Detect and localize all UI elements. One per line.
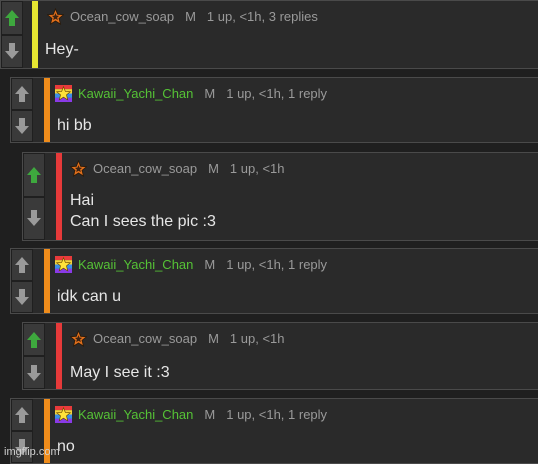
mod-indicator: M <box>208 331 219 346</box>
comment-header: Ocean_cow_soap M 1 up, <1h <box>70 330 285 347</box>
thread-bar <box>44 78 50 142</box>
upvote-button[interactable] <box>11 249 33 281</box>
arrow-up-icon <box>15 407 29 423</box>
downvote-button[interactable] <box>23 356 45 389</box>
comment-text-line: May I see it :3 <box>70 364 170 381</box>
username[interactable]: Ocean_cow_soap <box>93 161 197 176</box>
comment-body: idk can u <box>57 286 121 307</box>
arrow-up-icon <box>5 9 19 26</box>
comment-6: Kawaii_Yachi_Chan M 1 up, <1h, 1 reply n… <box>10 398 538 464</box>
username[interactable]: Kawaii_Yachi_Chan <box>78 407 193 422</box>
pixel-art-badge-icon <box>55 406 72 423</box>
comment-header: Kawaii_Yachi_Chan M 1 up, <1h, 1 reply <box>55 256 327 273</box>
comment-meta: 1 up, <1h <box>229 331 285 346</box>
comment-meta: 1 up, <1h <box>229 161 285 176</box>
comment-text-line: Hey- <box>45 41 79 58</box>
username[interactable]: Kawaii_Yachi_Chan <box>78 86 193 101</box>
comment-5: Ocean_cow_soap M 1 up, <1h May I see it … <box>22 322 538 390</box>
vote-controls <box>11 78 33 142</box>
comment-header: Ocean_cow_soap M 1 up, <1h <box>70 160 285 177</box>
comment-text-line: hi bb <box>57 117 92 134</box>
mod-indicator: M <box>204 257 216 272</box>
mod-indicator: M <box>208 161 219 176</box>
upvote-button[interactable] <box>1 1 23 35</box>
downvote-button[interactable] <box>11 281 33 313</box>
upvote-button[interactable] <box>23 323 45 356</box>
arrow-down-icon <box>27 210 41 227</box>
mod-indicator: M <box>204 407 216 422</box>
comment-1: Ocean_cow_soap M 1 up, <1h, 3 replies He… <box>0 0 538 69</box>
comment-header: Kawaii_Yachi_Chan M 1 up, <1h, 1 reply <box>55 406 327 423</box>
vote-controls <box>11 249 33 313</box>
mod-indicator: M <box>185 9 196 24</box>
comment-text-line: Can I sees the pic :3 <box>70 213 216 230</box>
mod-indicator: M <box>204 86 216 101</box>
arrow-down-icon <box>5 43 19 60</box>
username[interactable]: Kawaii_Yachi_Chan <box>78 257 193 272</box>
arrow-up-icon <box>27 331 41 348</box>
vote-controls <box>23 153 45 240</box>
comment-header: Ocean_cow_soap M 1 up, <1h, 3 replies <box>47 8 318 25</box>
comment-meta: 1 up, <1h, 1 reply <box>226 86 328 101</box>
comment-text-line: idk can u <box>57 288 122 305</box>
vote-controls <box>23 323 45 389</box>
star-badge-icon <box>70 160 87 177</box>
comment-body: hi bb <box>57 115 92 136</box>
thread-bar <box>56 323 62 389</box>
username[interactable]: Ocean_cow_soap <box>93 331 197 346</box>
arrow-up-icon <box>15 86 29 102</box>
thread-bar <box>32 1 38 68</box>
pixel-art-badge-icon <box>55 256 72 273</box>
comment-body: Hey- <box>45 39 79 60</box>
downvote-button[interactable] <box>23 196 45 240</box>
watermark: imgflip.com <box>4 446 60 458</box>
comment-body: May I see it :3 <box>70 362 170 383</box>
comment-meta: 1 up, <1h, 3 replies <box>206 9 318 24</box>
comment-body: no <box>57 436 75 457</box>
pixel-art-badge-icon <box>55 85 72 102</box>
username[interactable]: Ocean_cow_soap <box>70 9 174 24</box>
comment-2: Kawaii_Yachi_Chan M 1 up, <1h, 1 reply h… <box>10 77 538 143</box>
comment-4: Kawaii_Yachi_Chan M 1 up, <1h, 1 reply i… <box>10 248 538 314</box>
arrow-up-icon <box>15 257 29 273</box>
star-badge-icon <box>47 8 64 25</box>
upvote-button[interactable] <box>11 78 33 110</box>
downvote-button[interactable] <box>11 110 33 142</box>
arrow-down-icon <box>27 364 41 381</box>
comment-body: Hai Can I sees the pic :3 <box>70 190 216 232</box>
downvote-button[interactable] <box>1 34 23 68</box>
comment-text-line: Hai <box>70 192 95 209</box>
thread-bar <box>56 153 62 240</box>
comment-meta: 1 up, <1h, 1 reply <box>226 407 328 422</box>
star-badge-icon <box>70 330 87 347</box>
vote-controls <box>1 1 23 68</box>
arrow-down-icon <box>15 118 29 134</box>
comment-text-line: no <box>57 438 75 455</box>
arrow-down-icon <box>15 289 29 305</box>
upvote-button[interactable] <box>23 153 45 197</box>
thread-bar <box>44 249 50 313</box>
arrow-up-icon <box>27 166 41 183</box>
comment-header: Kawaii_Yachi_Chan M 1 up, <1h, 1 reply <box>55 85 327 102</box>
comment-3: Ocean_cow_soap M 1 up, <1h Hai Can I see… <box>22 152 538 241</box>
upvote-button[interactable] <box>11 399 33 431</box>
comment-meta: 1 up, <1h, 1 reply <box>226 257 328 272</box>
